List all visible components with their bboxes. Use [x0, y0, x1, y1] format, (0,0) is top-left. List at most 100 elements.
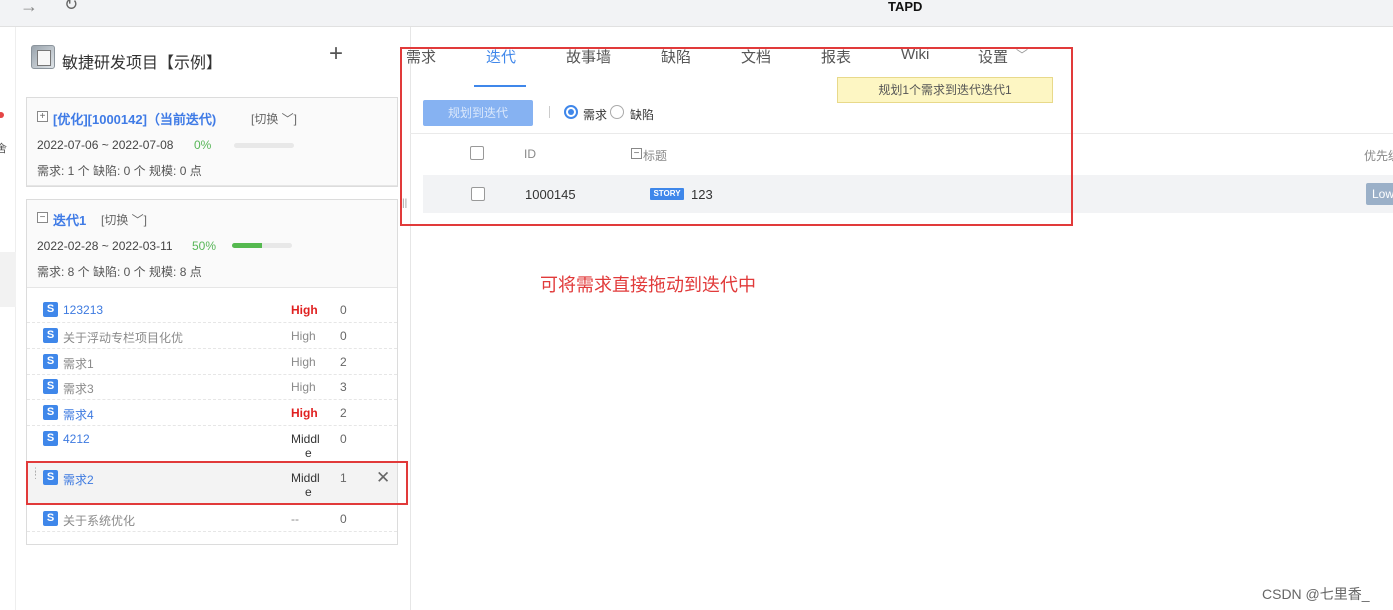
- iteration-progress-bar: [234, 143, 294, 148]
- radio-bug[interactable]: [610, 105, 624, 119]
- project-name[interactable]: 敏捷研发项目【示例】: [62, 49, 222, 73]
- row-priority-badge[interactable]: Low: [1366, 183, 1393, 205]
- iteration-progress-text: 50%: [192, 239, 217, 253]
- story-name[interactable]: 4212: [63, 432, 90, 446]
- story-row[interactable]: S 123213 High 0: [27, 297, 397, 323]
- column-header-id[interactable]: ID: [524, 147, 536, 161]
- story-name[interactable]: 需求2: [63, 471, 94, 488]
- story-priority: High: [291, 380, 316, 394]
- collapse-all-icon[interactable]: −: [631, 148, 642, 159]
- left-nav-strip: 舍: [0, 27, 16, 610]
- iteration-card-header: + [优化][1000142]（当前迭代) [切换 ﹀] 2022-07-06 …: [27, 98, 397, 186]
- active-tab-indicator: [474, 85, 526, 87]
- tab-iterations[interactable]: 迭代: [486, 46, 516, 67]
- story-priority: High: [291, 355, 316, 369]
- switch-iteration-dropdown[interactable]: [切换 ﹀]: [251, 110, 297, 127]
- chevron-down-icon[interactable]: ﹀: [1016, 46, 1028, 63]
- tab-reports[interactable]: 报表: [821, 46, 851, 67]
- iteration-progress-bar: [232, 243, 292, 248]
- story-size: 0: [340, 329, 347, 343]
- resize-handle-icon[interactable]: ||: [402, 198, 407, 209]
- story-type-icon: S: [43, 379, 58, 394]
- panel-divider: [410, 27, 411, 610]
- story-type-icon: S: [43, 302, 58, 317]
- expand-icon[interactable]: +: [37, 111, 48, 122]
- iteration-card-current: + [优化][1000142]（当前迭代) [切换 ﹀] 2022-07-06 …: [26, 97, 398, 187]
- story-row[interactable]: S 关于系统优化 -- 0: [27, 506, 397, 532]
- drag-handle-icon[interactable]: ⋮ ⋮: [31, 467, 40, 480]
- story-size: 0: [340, 432, 347, 446]
- tab-stories[interactable]: 需求: [406, 46, 436, 67]
- story-name[interactable]: 关于浮动专栏项目化优: [63, 329, 183, 346]
- table-top-border: [410, 133, 1393, 134]
- story-size: 1: [340, 471, 347, 485]
- app-title: TAPD: [888, 0, 923, 14]
- priority-line-1: Middl: [291, 471, 320, 485]
- annotation-text: 可将需求直接拖动到迭代中: [540, 275, 756, 295]
- switch-iteration-dropdown[interactable]: [切换 ﹀]: [101, 211, 147, 228]
- select-all-checkbox[interactable]: [470, 146, 484, 160]
- radio-story[interactable]: [564, 105, 578, 119]
- story-priority: High: [291, 303, 318, 317]
- story-size: 2: [340, 406, 347, 420]
- story-row[interactable]: S 需求4 High 2: [27, 400, 397, 426]
- story-size: 0: [340, 512, 347, 526]
- tab-settings[interactable]: 设置: [978, 46, 1008, 67]
- iteration-dates: 2022-02-28 ~ 2022-03-11: [37, 239, 173, 253]
- iteration-title[interactable]: 迭代1: [53, 210, 86, 229]
- project-logo-icon: [31, 45, 55, 69]
- add-iteration-button[interactable]: +: [329, 40, 343, 68]
- iteration-dates: 2022-07-06 ~ 2022-07-08: [37, 138, 174, 152]
- row-title[interactable]: 123: [691, 187, 713, 202]
- iteration-progress-text: 0%: [194, 138, 212, 152]
- reload-icon[interactable]: ↻: [64, 0, 78, 15]
- story-row[interactable]: S 需求1 High 2: [27, 349, 397, 375]
- nav-strip-active-item[interactable]: [0, 252, 16, 307]
- iteration-card-1: − 迭代1 [切换 ﹀] 2022-02-28 ~ 2022-03-11 50%…: [26, 199, 398, 545]
- story-name[interactable]: 需求1: [63, 355, 94, 372]
- story-size: 3: [340, 380, 347, 394]
- story-name[interactable]: 需求3: [63, 380, 94, 397]
- story-row-dragging[interactable]: ⋮ ⋮ S 需求2 Middl e 1 ✕: [27, 463, 397, 504]
- story-row[interactable]: S 4212 Middl e 0: [27, 426, 397, 462]
- story-type-icon: S: [43, 511, 58, 526]
- story-tag-badge: STORY: [650, 188, 684, 200]
- tab-bugs[interactable]: 缺陷: [661, 46, 691, 67]
- iteration-title[interactable]: [优化][1000142]（当前迭代): [53, 109, 216, 128]
- story-row[interactable]: S 关于浮动专栏项目化优 High 0: [27, 323, 397, 349]
- story-type-icon: S: [43, 405, 58, 420]
- priority-line-1: Middl: [291, 432, 320, 446]
- story-row[interactable]: S 需求3 High 3: [27, 374, 397, 400]
- story-name[interactable]: 123213: [63, 303, 103, 317]
- story-size: 2: [340, 355, 347, 369]
- remove-icon[interactable]: ✕: [376, 468, 390, 488]
- story-size: 0: [340, 303, 347, 317]
- forward-arrow-icon[interactable]: →: [20, 0, 38, 17]
- drag-tooltip: 规划1个需求到迭代迭代1: [837, 77, 1053, 103]
- notification-dot: [0, 112, 4, 118]
- story-priority: High: [291, 329, 316, 343]
- browser-topbar: → ↻ TAPD: [0, 0, 1393, 27]
- radio-bug-label: 缺陷: [630, 108, 655, 122]
- iteration-card-header: − 迭代1 [切换 ﹀] 2022-02-28 ~ 2022-03-11 50%…: [27, 200, 397, 288]
- story-name[interactable]: 需求4: [63, 406, 94, 423]
- tab-wiki[interactable]: Wiki: [901, 46, 929, 63]
- column-header-priority[interactable]: 优先级: [1364, 147, 1393, 164]
- story-name[interactable]: 关于系统优化: [63, 512, 135, 529]
- watermark: CSDN @七里香_: [1262, 586, 1370, 602]
- tab-story-wall[interactable]: 故事墙: [566, 46, 611, 67]
- story-type-icon: S: [43, 354, 58, 369]
- story-type-icon: S: [43, 470, 58, 485]
- plan-to-iteration-button[interactable]: 规划到迭代: [423, 100, 533, 126]
- story-type-icon: S: [43, 328, 58, 343]
- tab-documents[interactable]: 文档: [741, 46, 771, 67]
- priority-line-2: e: [305, 446, 312, 460]
- story-type-icon: S: [43, 431, 58, 446]
- row-checkbox[interactable]: [471, 187, 485, 201]
- radio-story-label: 需求: [583, 108, 608, 122]
- collapse-icon[interactable]: −: [37, 212, 48, 223]
- column-header-title[interactable]: 标题: [643, 147, 667, 164]
- story-priority: --: [291, 512, 299, 526]
- nav-strip-label: 舍: [0, 143, 7, 155]
- row-id: 1000145: [525, 187, 576, 202]
